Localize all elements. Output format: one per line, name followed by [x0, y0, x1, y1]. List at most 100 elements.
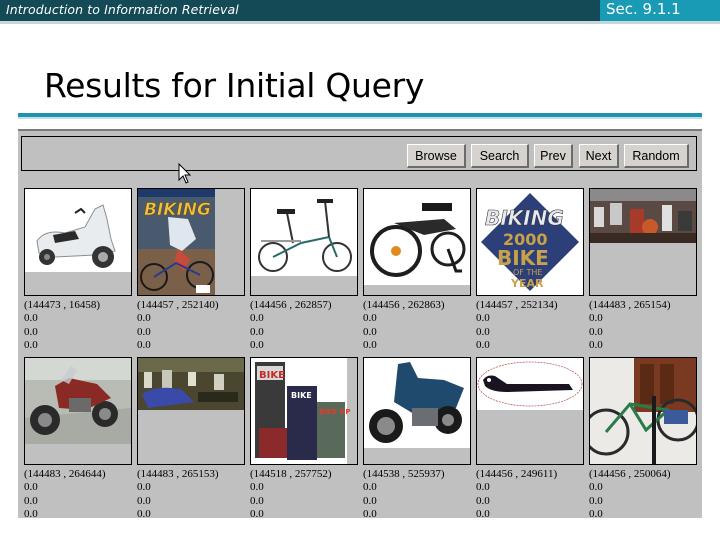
red-motorcycle-image	[25, 358, 131, 444]
result-score: 0.0	[589, 494, 603, 507]
result-score: 0.0	[476, 507, 490, 520]
result-score: 0.0	[137, 507, 151, 520]
result-thumbnail[interactable]: BIKING 2000 BIKE OF THE YEAR	[476, 188, 584, 296]
result-id: (144473 , 16458)	[24, 299, 101, 311]
result-score: 0.0	[137, 325, 151, 338]
blue-touring-motorcycle-image	[364, 358, 470, 448]
motorcycle-showroom-blue-image	[138, 358, 244, 410]
result-score: 0.0	[24, 494, 38, 507]
result-thumbnail[interactable]: BIKE BIKE BIKE GP	[250, 357, 358, 465]
result-id: (144483 , 265153)	[137, 468, 219, 480]
result-id: (144457 , 252140)	[137, 299, 219, 311]
result-thumbnail[interactable]	[24, 188, 132, 296]
result-score: 0.0	[137, 494, 151, 507]
result-score: 0.0	[137, 338, 151, 351]
result-score: 0.0	[250, 312, 264, 325]
result-meta: (144456 , 250064) 0.0 0.0 0.0	[589, 468, 671, 521]
result-thumbnail[interactable]	[363, 188, 471, 296]
result-id: (144483 , 265154)	[589, 299, 671, 311]
result-thumbnail[interactable]	[137, 357, 245, 465]
result-id: (144483 , 264644)	[24, 468, 106, 480]
slide-title: Results for Initial Query	[44, 66, 425, 105]
result-id: (144456 , 249611)	[476, 468, 558, 480]
result-score: 0.0	[363, 507, 377, 520]
result-score: 0.0	[476, 338, 490, 351]
random-button[interactable]: Random	[624, 144, 689, 168]
result-score: 0.0	[476, 494, 490, 507]
result-meta: (144456 , 249611) 0.0 0.0 0.0	[476, 468, 557, 521]
slide-header-bar: Introduction to Information Retrieval Se…	[0, 0, 720, 21]
result-meta: (144456 , 262857) 0.0 0.0 0.0	[250, 299, 332, 352]
result-meta: (144483 , 264644) 0.0 0.0 0.0	[24, 468, 106, 521]
result-thumbnail[interactable]: BIKING	[137, 188, 245, 296]
browse-button[interactable]: Browse	[407, 144, 466, 168]
magazine-cover-image: BIKING	[138, 189, 215, 295]
section-number: Sec. 9.1.1	[606, 0, 681, 18]
result-score: 0.0	[24, 325, 38, 338]
svg-text:BIKE: BIKE	[291, 391, 312, 400]
toolbar: Browse Search Prev Next Random	[21, 136, 697, 171]
result-score: 0.0	[363, 494, 377, 507]
svg-text:YEAR: YEAR	[510, 277, 544, 290]
image-retrieval-app: Browse Search Prev Next Random (144473 ,…	[18, 129, 702, 521]
result-score: 0.0	[137, 312, 151, 325]
search-button[interactable]: Search	[471, 144, 529, 168]
result-meta: (144456 , 262863) 0.0 0.0 0.0	[363, 299, 445, 352]
svg-text:OF THE: OF THE	[513, 268, 542, 277]
result-score: 0.0	[250, 325, 264, 338]
result-score: 0.0	[363, 338, 377, 351]
svg-text:BIKE GP: BIKE GP	[319, 408, 350, 416]
result-id: (144518 , 257752)	[250, 468, 332, 480]
result-score: 0.0	[476, 325, 490, 338]
result-thumbnail[interactable]	[589, 188, 697, 296]
result-score: 0.0	[589, 507, 603, 520]
result-score: 0.0	[476, 481, 490, 494]
section-badge: Sec. 9.1.1	[600, 0, 720, 21]
next-button[interactable]: Next	[579, 144, 619, 168]
motorcycle-showroom-image	[590, 189, 696, 243]
result-id: (144456 , 262857)	[250, 299, 332, 311]
result-meta: (144457 , 252140) 0.0 0.0 0.0	[137, 299, 219, 352]
course-title: Introduction to Information Retrieval	[6, 2, 239, 17]
result-meta: (144538 , 525937) 0.0 0.0 0.0	[363, 468, 445, 521]
result-meta: (144473 , 16458) 0.0 0.0 0.0	[24, 299, 100, 352]
svg-text:BIKING: BIKING	[485, 206, 564, 230]
result-thumbnail[interactable]	[589, 357, 697, 465]
result-score: 0.0	[589, 325, 603, 338]
result-thumbnail[interactable]	[363, 357, 471, 465]
mouse-pointer-icon	[178, 163, 192, 184]
result-score: 0.0	[589, 481, 603, 494]
result-id: (144456 , 262863)	[363, 299, 445, 311]
result-score: 0.0	[24, 507, 38, 520]
result-score: 0.0	[24, 312, 38, 325]
result-id: (144457 , 252134)	[476, 299, 558, 311]
prev-button[interactable]: Prev	[534, 144, 573, 168]
result-id: (144538 , 525937)	[363, 468, 445, 480]
header-divider	[0, 21, 720, 24]
result-score: 0.0	[476, 312, 490, 325]
result-score: 0.0	[363, 481, 377, 494]
result-score: 0.0	[589, 338, 603, 351]
result-id: (144456 , 250064)	[589, 468, 671, 480]
result-score: 0.0	[24, 338, 38, 351]
result-score: 0.0	[363, 325, 377, 338]
result-meta: (144518 , 257752) 0.0 0.0 0.0	[250, 468, 332, 521]
result-thumbnail[interactable]	[250, 188, 358, 296]
result-thumbnail[interactable]	[24, 357, 132, 465]
result-meta: (144483 , 265154) 0.0 0.0 0.0	[589, 299, 671, 352]
result-score: 0.0	[250, 481, 264, 494]
bracket-part-image	[477, 358, 583, 410]
bike-gp-magazines-image: BIKE BIKE BIKE GP	[251, 358, 350, 464]
result-score: 0.0	[250, 494, 264, 507]
bike-of-the-year-logo-image: BIKING 2000 BIKE OF THE YEAR	[477, 189, 583, 295]
result-score: 0.0	[250, 338, 264, 351]
result-score: 0.0	[589, 312, 603, 325]
folded-bicycle-image	[364, 189, 470, 285]
scooter-image	[25, 189, 131, 272]
result-thumbnail[interactable]	[476, 357, 584, 465]
svg-text:BIKING: BIKING	[144, 200, 211, 220]
result-score: 0.0	[137, 481, 151, 494]
title-underline-shadow	[18, 117, 702, 119]
svg-text:BIKE: BIKE	[497, 246, 549, 270]
result-meta: (144483 , 265153) 0.0 0.0 0.0	[137, 468, 219, 521]
